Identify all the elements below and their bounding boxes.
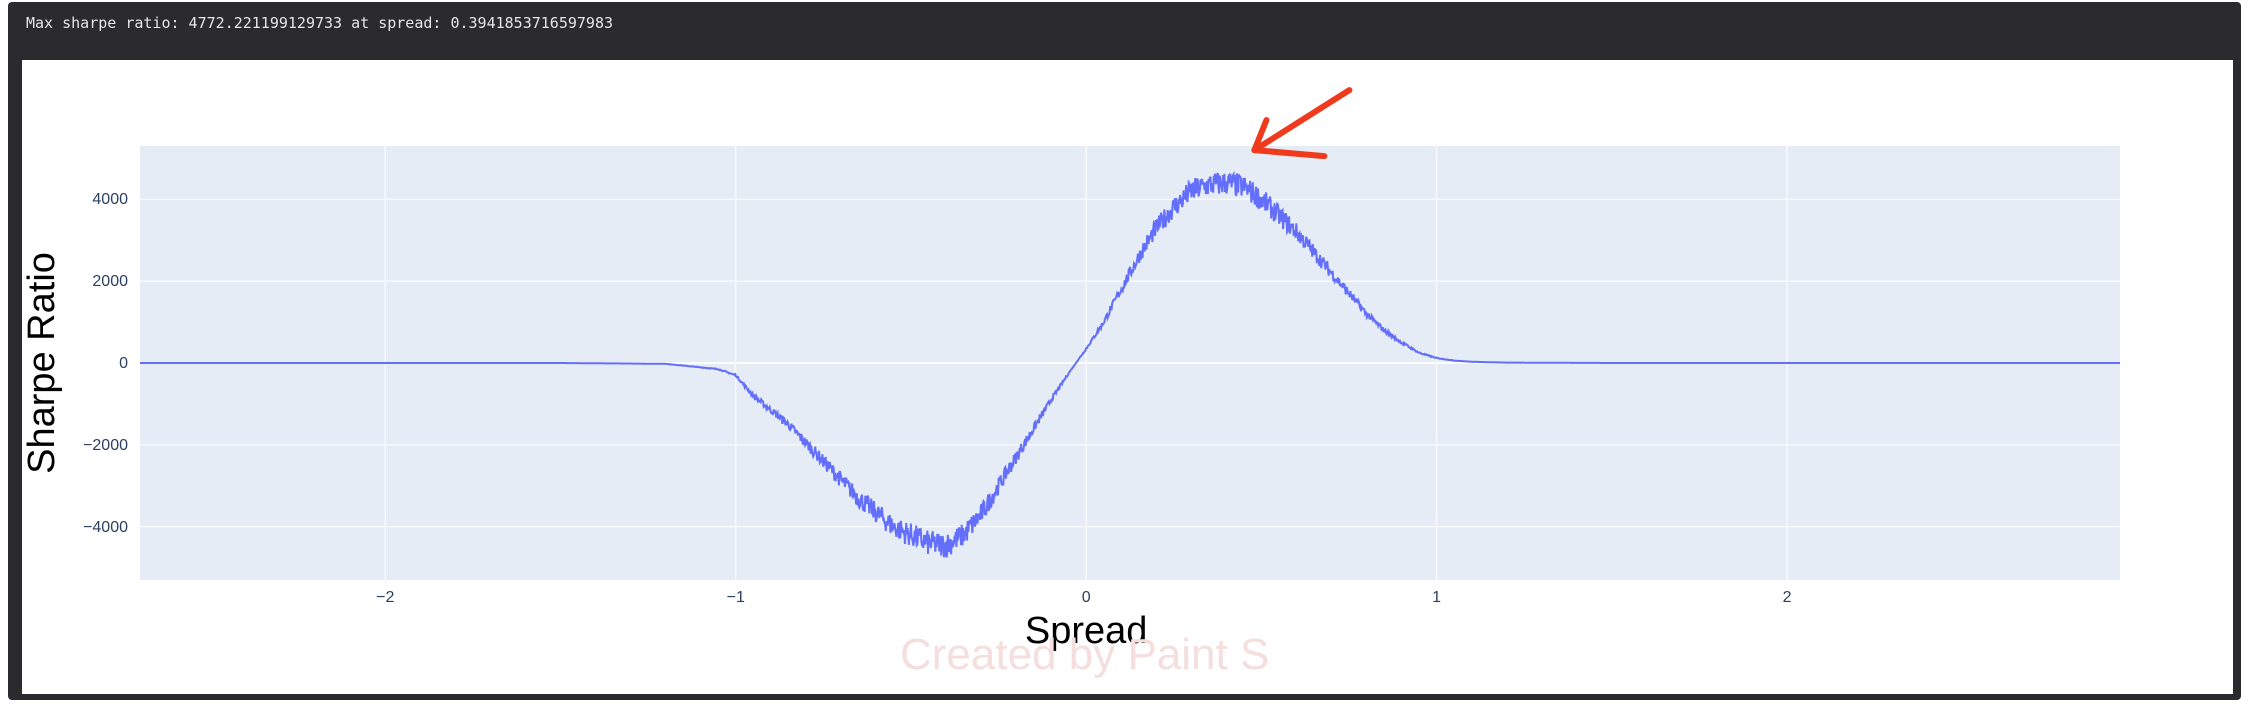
y-axis-title: Sharpe Ratio (22, 252, 63, 474)
sharpe-ratio-chart: −2 −1 0 1 2−4000−2000020004000SpreadSharpe R… (22, 87, 2120, 652)
y-tick-label: 4000 (92, 191, 128, 208)
watermark-text: Created by Paint S (900, 630, 1270, 679)
x-tick-label: 2 (1783, 589, 1792, 606)
x-tick-label: −2 (376, 589, 394, 606)
y-tick-label: 0 (119, 355, 128, 372)
x-tick-label: 1 (1432, 589, 1441, 606)
screenshot-frame: Max sharpe ratio: 4772.221199129733 at s… (0, 0, 2250, 710)
y-tick-label: 2000 (92, 273, 128, 290)
plot-figure: −2 −1 0 1 2 −4000 −2000 0 2000 4000 Spread Sharpe R… (22, 60, 2233, 694)
y-tick-label: −4000 (83, 519, 128, 536)
x-tick-label: −1 (727, 589, 745, 606)
stdout-text: Max sharpe ratio: 4772.221199129733 at s… (26, 14, 613, 32)
x-tick-label: 0 (1082, 589, 1091, 606)
y-tick-label: −2000 (83, 437, 128, 454)
